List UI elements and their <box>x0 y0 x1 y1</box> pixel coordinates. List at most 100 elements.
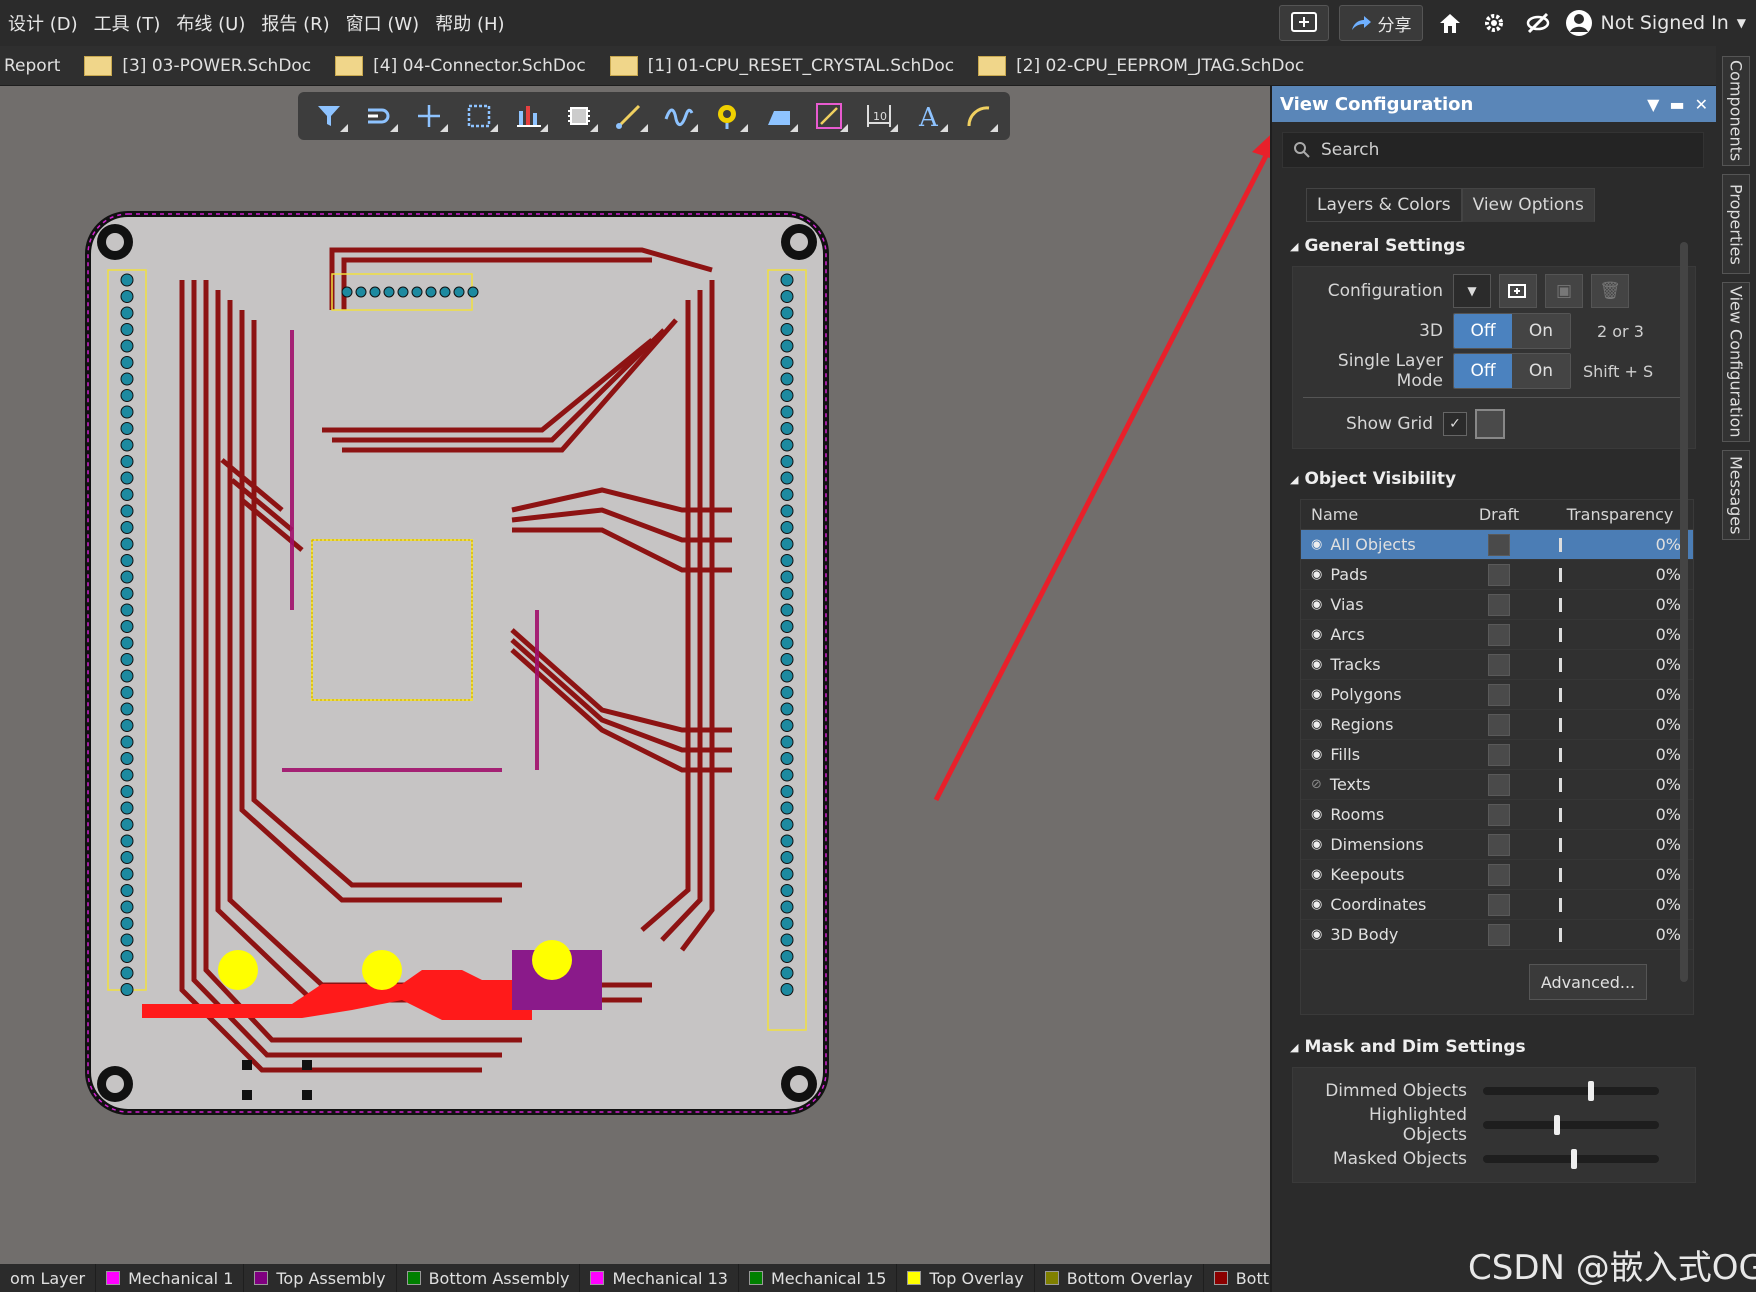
single-layer-toggle[interactable]: Off On <box>1453 353 1571 389</box>
table-row[interactable]: ◉ Tracks 0% <box>1301 650 1693 680</box>
table-row[interactable]: ◉ 3D Body 0% <box>1301 920 1693 950</box>
single-layer-on[interactable]: On <box>1512 354 1570 388</box>
menu-design[interactable]: 设计 (D) <box>0 10 86 36</box>
table-row[interactable]: ◉ Regions 0% <box>1301 710 1693 740</box>
masked-slider[interactable] <box>1483 1149 1659 1169</box>
home-button[interactable] <box>1433 5 1467 41</box>
table-row[interactable]: ◉ Keepouts 0% <box>1301 860 1693 890</box>
eye-icon[interactable]: ◉ <box>1311 867 1322 882</box>
fill-icon[interactable] <box>756 96 802 136</box>
draft-checkbox[interactable] <box>1488 563 1510 586</box>
via-icon[interactable] <box>706 96 752 136</box>
advanced-button[interactable]: Advanced... <box>1529 964 1647 1000</box>
three-d-on[interactable]: On <box>1512 314 1570 348</box>
eye-icon[interactable]: ◉ <box>1311 567 1322 582</box>
transparency-slider[interactable] <box>1559 657 1562 672</box>
component-icon[interactable] <box>556 96 602 136</box>
panel-scrollbar[interactable] <box>1680 242 1688 982</box>
transparency-slider[interactable] <box>1559 567 1562 582</box>
draft-checkbox[interactable] <box>1488 773 1510 796</box>
transparency-slider[interactable] <box>1559 597 1562 612</box>
doc-tab-cpu-eeprom[interactable]: [2] 02-CPU_EEPROM_JTAG.SchDoc <box>966 46 1316 86</box>
side-tab-properties[interactable]: Properties <box>1722 174 1750 274</box>
transparency-slider[interactable] <box>1559 777 1562 792</box>
eye-icon[interactable]: ◉ <box>1311 927 1322 942</box>
slider-knob[interactable] <box>1554 1115 1561 1135</box>
three-d-off[interactable]: Off <box>1454 314 1512 348</box>
table-row[interactable]: ◉ Polygons 0% <box>1301 680 1693 710</box>
visibility-toggle-button[interactable] <box>1521 5 1555 41</box>
table-row[interactable]: ◉ Rooms 0% <box>1301 800 1693 830</box>
filter-icon[interactable] <box>306 96 352 136</box>
highlighted-slider[interactable] <box>1483 1115 1659 1135</box>
three-d-toggle[interactable]: Off On <box>1453 313 1571 349</box>
delete-configuration-button[interactable]: 🗑 <box>1591 274 1629 308</box>
panel-menu-icon[interactable]: ▼ <box>1647 95 1659 114</box>
eye-icon[interactable]: ◉ <box>1311 717 1322 732</box>
eye-slash-icon[interactable]: ⊘ <box>1311 777 1322 792</box>
section-general-settings[interactable]: ◢ General Settings <box>1290 236 1716 256</box>
layer-tab[interactable]: Mechanical 15 <box>739 1264 898 1292</box>
eye-icon[interactable]: ◉ <box>1311 747 1322 762</box>
configuration-dropdown[interactable]: ▼ <box>1453 274 1491 308</box>
layer-tab[interactable]: om Layer <box>0 1264 97 1292</box>
save-configuration-button[interactable]: ▣ <box>1545 274 1583 308</box>
side-tab-view-configuration[interactable]: View Configuration <box>1722 282 1750 442</box>
eye-icon[interactable]: ◉ <box>1311 807 1322 822</box>
slider-knob[interactable] <box>1588 1081 1595 1101</box>
menu-reports[interactable]: 报告 (R) <box>253 10 337 36</box>
draft-checkbox[interactable] <box>1488 683 1510 706</box>
transparency-slider[interactable] <box>1559 687 1562 702</box>
tab-layers-colors[interactable]: Layers & Colors <box>1306 188 1462 222</box>
cross-icon[interactable] <box>406 96 452 136</box>
table-row[interactable]: ◉ Coordinates 0% <box>1301 890 1693 920</box>
select-rect-icon[interactable] <box>456 96 502 136</box>
layer-tab[interactable]: Top Assembly <box>244 1264 397 1292</box>
pcb-canvas[interactable]: 10 A <box>0 86 1270 1264</box>
draft-checkbox[interactable] <box>1488 623 1510 646</box>
table-row[interactable]: ◉ Vias 0% <box>1301 590 1693 620</box>
eye-icon[interactable]: ◉ <box>1311 627 1322 642</box>
doc-tab-connector[interactable]: [4] 04-Connector.SchDoc <box>323 46 598 86</box>
transparency-slider[interactable] <box>1559 807 1562 822</box>
transparency-slider[interactable] <box>1559 627 1562 642</box>
add-comment-button[interactable] <box>1278 5 1329 41</box>
side-tab-components[interactable]: Components <box>1722 56 1750 166</box>
table-row[interactable]: ⊘ Texts 0% <box>1301 770 1693 800</box>
grid-color-swatch[interactable] <box>1475 409 1505 439</box>
panel-search-input[interactable]: Search <box>1282 132 1704 168</box>
interactive-route-icon[interactable] <box>606 96 652 136</box>
transparency-slider[interactable] <box>1559 717 1562 732</box>
eye-icon[interactable]: ◉ <box>1311 597 1322 612</box>
eye-icon[interactable]: ◉ <box>1311 657 1322 672</box>
transparency-slider[interactable] <box>1559 867 1562 882</box>
transparency-slider[interactable] <box>1559 897 1562 912</box>
dimension-icon[interactable]: 10 <box>856 96 902 136</box>
tab-view-options[interactable]: View Options <box>1461 188 1595 222</box>
layer-tab[interactable]: Bottom Assembly <box>397 1264 581 1292</box>
transparency-slider[interactable] <box>1559 927 1562 942</box>
layer-tab[interactable]: Bottom <box>1204 1264 1270 1292</box>
draft-checkbox[interactable] <box>1488 593 1510 616</box>
add-configuration-button[interactable] <box>1499 274 1537 308</box>
eye-icon[interactable]: ◉ <box>1311 687 1322 702</box>
layer-tab[interactable]: Top Overlay <box>897 1264 1035 1292</box>
menu-route[interactable]: 布线 (U) <box>168 10 253 36</box>
draft-checkbox[interactable] <box>1488 833 1510 856</box>
doc-tab-cpu-reset[interactable]: [1] 01-CPU_RESET_CRYSTAL.SchDoc <box>598 46 966 86</box>
transparency-slider[interactable] <box>1559 747 1562 762</box>
bar-chart-icon[interactable] <box>506 96 552 136</box>
menu-tools[interactable]: 工具 (T) <box>86 10 169 36</box>
draft-checkbox[interactable] <box>1488 653 1510 676</box>
draft-checkbox[interactable] <box>1488 533 1510 556</box>
slider-knob[interactable] <box>1571 1149 1578 1169</box>
table-row[interactable]: ◉ Arcs 0% <box>1301 620 1693 650</box>
layer-tab[interactable]: Mechanical 13 <box>580 1264 739 1292</box>
draft-checkbox[interactable] <box>1488 803 1510 826</box>
table-row[interactable]: ◉ Pads 0% <box>1301 560 1693 590</box>
transparency-slider[interactable] <box>1559 537 1562 552</box>
table-row[interactable]: ◉ Fills 0% <box>1301 740 1693 770</box>
eye-icon[interactable]: ◉ <box>1311 537 1322 552</box>
eye-icon[interactable]: ◉ <box>1311 897 1322 912</box>
draft-checkbox[interactable] <box>1488 713 1510 736</box>
